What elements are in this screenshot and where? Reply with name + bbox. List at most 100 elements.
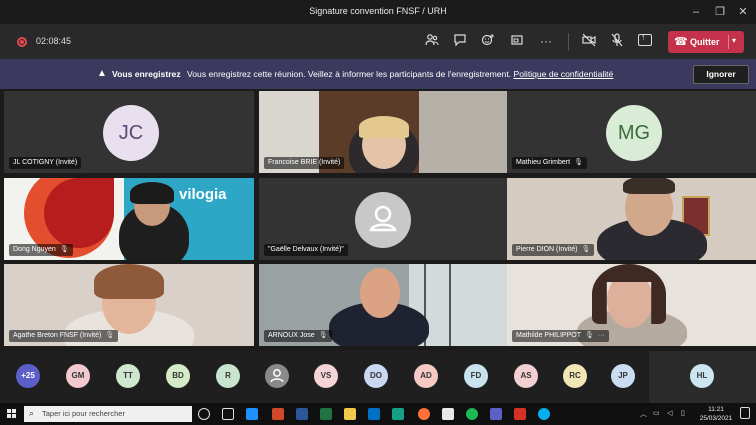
person-icon xyxy=(355,192,411,248)
word-icon[interactable] xyxy=(296,408,308,420)
app-icon[interactable] xyxy=(246,408,258,420)
mic-muted-icon: 🎙 xyxy=(105,332,115,339)
minimize-icon[interactable]: – xyxy=(688,4,704,20)
avatar: JC xyxy=(103,105,159,161)
reactions-icon[interactable] xyxy=(480,33,496,49)
windows-start-icon[interactable] xyxy=(7,409,17,419)
person-icon[interactable] xyxy=(265,364,289,388)
share-screen-icon[interactable] xyxy=(638,32,652,46)
participant-name: "Gaëlle Delvaux (Invité)" xyxy=(264,244,348,256)
cortana-icon[interactable] xyxy=(198,408,210,420)
participant-avatar[interactable]: DO xyxy=(364,364,388,388)
recording-icon xyxy=(17,37,27,47)
participant-name: Mathieu Grimbert 🎙 xyxy=(512,157,587,169)
leave-button[interactable]: ☎ Quitter ▾ xyxy=(668,31,744,53)
network-icon[interactable]: ▭ xyxy=(653,409,660,417)
tray-chevron-icon[interactable]: ︿ xyxy=(640,409,647,419)
maximize-icon[interactable]: ❐ xyxy=(712,4,728,20)
participant-avatar[interactable]: AD xyxy=(414,364,438,388)
toolbar-divider xyxy=(568,33,569,51)
participant-avatar[interactable]: VS xyxy=(314,364,338,388)
participant-avatar[interactable]: GM xyxy=(66,364,90,388)
chat-icon[interactable] xyxy=(452,33,468,49)
camera-off-icon[interactable] xyxy=(581,33,597,49)
window-title: Signature convention FNSF / URH xyxy=(309,6,447,16)
participants-strip: +25 GM TT BD R VS DO AD FD AS RC JP HL xyxy=(0,351,756,403)
meeting-toolbar: 02:08:45 ··· ☎ Quitter ▾ xyxy=(0,24,756,59)
mic-off-icon[interactable] xyxy=(609,33,625,49)
taskbar-search-input[interactable]: ⌕ Taper ici pour rechercher xyxy=(24,406,192,422)
banner-text: Vous enregistrez Vous enregistrez cette … xyxy=(112,69,613,79)
participant-avatar[interactable]: RC xyxy=(563,364,587,388)
participant-tile[interactable]: Mathilde PHILIPPOT 🎙 ··· xyxy=(507,264,756,346)
warning-icon: ▲ xyxy=(97,68,107,79)
windows-taskbar: ⌕ Taper ici pour rechercher ︿ ▭ ◁ ▯ 11:2… xyxy=(0,403,756,425)
more-actions-icon[interactable]: ··· xyxy=(538,33,554,49)
participant-avatar[interactable]: +25 xyxy=(16,364,40,388)
excel-icon[interactable] xyxy=(320,408,332,420)
participant-name: Pierre DION (Invité) 🎙 xyxy=(512,244,595,256)
spotify-icon[interactable] xyxy=(466,408,478,420)
participant-name: Mathilde PHILIPPOT 🎙 ··· xyxy=(512,330,609,342)
battery-icon[interactable]: ▯ xyxy=(681,409,685,417)
mic-muted-icon: 🎙 xyxy=(318,332,328,339)
participant-tile[interactable]: Francoise BRIE (Invité) xyxy=(259,91,509,173)
firefox-icon[interactable] xyxy=(418,408,430,420)
file-explorer-icon[interactable] xyxy=(344,408,356,420)
banner-message: Vous enregistrez cette réunion. Veillez … xyxy=(187,69,512,79)
leave-divider xyxy=(728,35,729,49)
mic-muted-icon: 🎙 xyxy=(581,246,591,253)
participant-avatar[interactable]: R xyxy=(216,364,240,388)
participant-avatar[interactable]: TT xyxy=(116,364,140,388)
participant-avatar[interactable]: HL xyxy=(690,364,714,388)
participant-tile[interactable]: "Gaëlle Delvaux (Invité)" xyxy=(259,178,509,260)
chevron-down-icon[interactable]: ▾ xyxy=(732,36,736,45)
participant-tile[interactable]: Agathe Breton FNSF (Invité) 🎙 xyxy=(4,264,254,346)
participant-name: JL COTIGNY (Invité) xyxy=(9,157,82,169)
recording-banner: ▲ Vous enregistrez Vous enregistrez cett… xyxy=(0,59,756,89)
close-icon[interactable]: ✕ xyxy=(735,4,751,20)
privacy-link[interactable]: Politique de confidentialité xyxy=(513,69,613,79)
participant-tile[interactable]: Pierre DION (Invité) 🎙 xyxy=(507,178,756,260)
breakout-rooms-icon[interactable] xyxy=(509,33,525,49)
participant-avatar[interactable]: FD xyxy=(464,364,488,388)
window-titlebar: Signature convention FNSF / URH – ❐ ✕ xyxy=(0,0,756,24)
avatar: MG xyxy=(606,105,662,161)
mic-muted-icon: 🎙 xyxy=(574,159,583,166)
participant-avatar[interactable]: AS xyxy=(514,364,538,388)
search-icon: ⌕ xyxy=(29,408,35,418)
task-view-icon[interactable] xyxy=(222,408,234,420)
outlook-icon[interactable] xyxy=(368,408,380,420)
teams-icon[interactable] xyxy=(490,408,502,420)
more-options-icon[interactable]: ··· xyxy=(598,332,605,339)
notification-icon[interactable] xyxy=(740,407,750,419)
leave-button-label: Quitter xyxy=(690,37,720,47)
participant-tile[interactable]: MG Mathieu Grimbert 🎙 xyxy=(507,91,756,173)
participant-name: ARNOUX Jose 🎙 xyxy=(264,330,332,342)
acrobat-icon[interactable] xyxy=(514,408,526,420)
participant-name: Dong Nguyen 🎙 xyxy=(9,244,73,256)
taskbar-clock[interactable]: 11:21 25/03/2021 xyxy=(696,405,736,423)
skype-icon[interactable] xyxy=(538,408,550,420)
mic-muted-icon: 🎙 xyxy=(59,246,69,253)
app-icon[interactable] xyxy=(392,408,404,420)
video-grid: JC JL COTIGNY (Invité) Francoise BRIE (I… xyxy=(0,89,756,351)
app-icon[interactable] xyxy=(442,408,454,420)
clock-date: 25/03/2021 xyxy=(699,415,733,422)
ignore-button[interactable]: Ignorer xyxy=(693,65,749,84)
participant-avatar[interactable]: JP xyxy=(611,364,635,388)
participants-icon[interactable] xyxy=(424,33,440,49)
meeting-timer: 02:08:45 xyxy=(36,36,72,46)
mic-muted-icon: 🎙 xyxy=(584,332,594,339)
participant-avatar[interactable]: BD xyxy=(166,364,190,388)
participant-tile[interactable]: JC JL COTIGNY (Invité) xyxy=(4,91,254,173)
participant-tile[interactable]: ARNOUX Jose 🎙 xyxy=(259,264,509,346)
clock-time: 11:21 xyxy=(708,406,724,413)
search-placeholder: Taper ici pour rechercher xyxy=(42,409,125,418)
vilogia-logo: vilogia xyxy=(179,186,227,203)
participant-name: Agathe Breton FNSF (Invité) 🎙 xyxy=(9,330,119,342)
participant-name: Francoise BRIE (Invité) xyxy=(264,157,345,169)
powerpoint-icon[interactable] xyxy=(272,408,284,420)
participant-tile[interactable]: vilogia Dong Nguyen 🎙 xyxy=(4,178,254,260)
volume-icon[interactable]: ◁ xyxy=(667,409,672,417)
